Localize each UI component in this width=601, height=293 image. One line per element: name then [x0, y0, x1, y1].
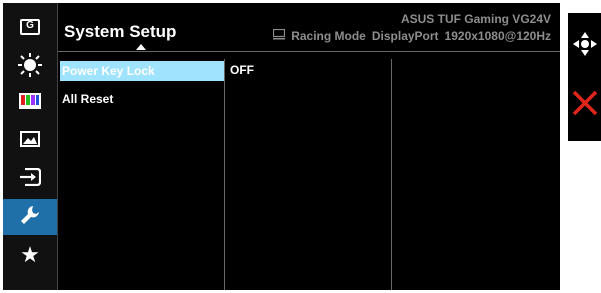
menu-item-all-reset[interactable]: All Reset [60, 89, 224, 109]
monitor-icon [273, 28, 286, 43]
sidebar: G ★ [3, 3, 57, 290]
page-title: System Setup [64, 22, 177, 41]
column-divider [391, 59, 392, 290]
column-divider [224, 59, 225, 290]
dpad-icon[interactable] [572, 31, 598, 62]
input-text: DisplayPort [371, 29, 439, 43]
control-panel [568, 13, 601, 141]
sidebar-item-input[interactable] [3, 163, 57, 195]
main-panel: System Setup ASUS TUF Gaming VG24V Racin… [57, 3, 560, 290]
bluelight-icon [17, 52, 43, 83]
input-icon [19, 167, 42, 191]
gamevisual-icon: G [20, 19, 40, 35]
option-value[interactable]: OFF [230, 63, 254, 77]
header-divider [58, 51, 560, 52]
mode-text: Racing Mode [291, 29, 366, 43]
osd-window: G ★ System Setup ASUS TUF Gaming VG24V R… [3, 3, 560, 290]
menu-item-power-key-lock[interactable]: Power Key Lock [60, 61, 224, 81]
sidebar-item-system-setup[interactable] [3, 199, 57, 235]
sidebar-item-gamevisual[interactable]: G [3, 11, 57, 43]
sidebar-item-bluelight[interactable] [3, 51, 57, 83]
image-icon [20, 130, 40, 152]
sidebar-item-image[interactable] [3, 125, 57, 157]
star-icon: ★ [20, 242, 40, 267]
sidebar-item-favorite[interactable]: ★ [3, 239, 57, 271]
resolution-text: 1920x1080@120Hz [444, 29, 551, 43]
scroll-up-icon[interactable] [136, 44, 146, 50]
sidebar-item-color[interactable] [3, 87, 57, 119]
close-icon[interactable] [571, 89, 599, 122]
color-icon [19, 92, 41, 114]
status-bar: Racing Mode DisplayPort 1920x1080@120Hz [273, 28, 551, 43]
wrench-icon [19, 204, 41, 231]
monitor-model: ASUS TUF Gaming VG24V [400, 12, 551, 26]
